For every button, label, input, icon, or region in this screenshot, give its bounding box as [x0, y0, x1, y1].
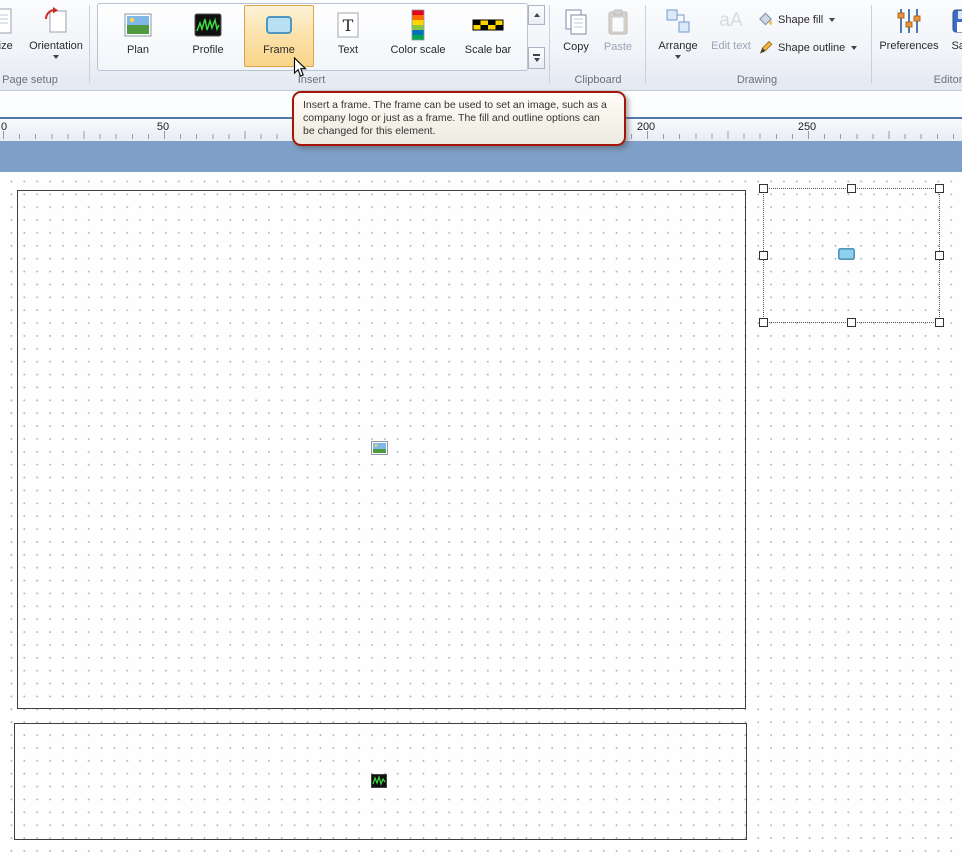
ribbon-separator: [89, 5, 90, 83]
arrange-button[interactable]: Arrange: [652, 4, 704, 59]
insert-color-scale-label: Color scale: [390, 44, 445, 56]
selection-handle-n[interactable]: [847, 184, 856, 193]
chevron-down-icon: [829, 18, 835, 22]
insert-scale-bar-label: Scale bar: [465, 44, 511, 56]
orientation-button[interactable]: Orientation: [28, 4, 84, 59]
tooltip-line: company logo or just as a frame. The fil…: [303, 112, 615, 125]
selection-handle-ne[interactable]: [935, 184, 944, 193]
preferences-icon: [894, 4, 924, 38]
insert-text-label: Text: [338, 44, 358, 56]
chevron-down-icon: [675, 55, 681, 59]
ribbon-separator: [645, 5, 646, 83]
frame-placeholder-icon: [838, 247, 855, 265]
orientation-icon: [42, 4, 70, 38]
edit-text-button-label: Edit text: [711, 40, 751, 52]
insert-frame-label: Frame: [263, 44, 295, 56]
ribbon-separator: [871, 5, 872, 83]
save-button-label: Save: [951, 40, 962, 52]
insert-text-button[interactable]: T Text: [314, 6, 382, 66]
insert-color-scale-button[interactable]: Color scale: [384, 6, 452, 66]
insert-profile-button[interactable]: Profile: [174, 6, 242, 66]
ruler-label: 50: [157, 121, 169, 133]
insert-gallery: Plan Profile Frame: [97, 3, 528, 71]
svg-text:T: T: [343, 16, 354, 35]
insert-plan-label: Plan: [127, 44, 149, 56]
chevron-down-icon: [851, 46, 857, 50]
group-label-editor: Editor: [878, 74, 962, 86]
shape-outline-icon: [758, 39, 774, 58]
plan-icon: [123, 6, 153, 44]
selection-handle-nw[interactable]: [759, 184, 768, 193]
paste-button-label: Paste: [604, 41, 632, 53]
size-button[interactable]: Size: [0, 4, 30, 52]
shape-fill-icon: [758, 11, 774, 30]
size-button-label: Size: [0, 40, 13, 52]
arrange-button-label: Arrange: [658, 40, 697, 52]
mouse-cursor: [293, 57, 307, 83]
selection-handle-sw[interactable]: [759, 318, 768, 327]
application-window: Size Orientation Page setup: [0, 0, 962, 854]
frame-icon: [264, 6, 294, 44]
scale-bar-icon: [472, 6, 504, 44]
selection-handle-e[interactable]: [935, 251, 944, 260]
shape-fill-button[interactable]: Shape fill: [758, 11, 835, 29]
shape-outline-label: Shape outline: [778, 42, 845, 54]
group-label-page-setup: Page setup: [0, 74, 60, 86]
copy-button[interactable]: Copy: [556, 5, 596, 53]
copy-button-label: Copy: [563, 41, 589, 53]
copy-icon: [563, 5, 589, 39]
preferences-button-label: Preferences: [879, 40, 938, 52]
ribbon-separator: [549, 5, 550, 83]
selection-handle-se[interactable]: [935, 318, 944, 327]
arrange-icon: [664, 4, 692, 38]
save-button[interactable]: Save: [942, 4, 962, 52]
more-bar-icon: [533, 54, 540, 56]
ruler-label: 200: [637, 121, 655, 133]
edit-text-button[interactable]: aA Edit text: [706, 4, 756, 52]
ruler-label: 0: [1, 121, 7, 133]
text-icon: T: [336, 6, 360, 44]
tooltip-line: Insert a frame. The frame can be used to…: [303, 99, 615, 112]
ruler-label: 250: [798, 121, 816, 133]
profile-icon: [193, 6, 223, 44]
profile-placeholder-icon: [371, 774, 387, 793]
shape-fill-label: Shape fill: [778, 14, 823, 26]
edit-text-icon: aA: [719, 4, 742, 38]
insert-plan-button[interactable]: Plan: [104, 6, 172, 66]
shape-outline-button[interactable]: Shape outline: [758, 39, 857, 57]
image-placeholder-icon: [371, 441, 388, 460]
triangle-up-icon: [534, 13, 540, 17]
group-label-drawing: Drawing: [652, 74, 862, 86]
ribbon: Size Orientation Page setup: [0, 0, 962, 91]
chevron-down-icon: [53, 55, 59, 59]
preferences-button[interactable]: Preferences: [878, 4, 940, 52]
selected-frame[interactable]: [763, 188, 940, 323]
selection-handle-s[interactable]: [847, 318, 856, 327]
group-label-insert: Insert: [97, 74, 526, 86]
insert-gallery-more-button[interactable]: [528, 47, 545, 69]
save-icon: [951, 4, 962, 38]
color-scale-icon: [410, 6, 426, 44]
page-size-icon: [0, 4, 13, 38]
insert-profile-label: Profile: [192, 44, 223, 56]
orientation-button-label: Orientation: [29, 40, 83, 52]
selection-handle-w[interactable]: [759, 251, 768, 260]
insert-scale-bar-button[interactable]: Scale bar: [454, 6, 522, 66]
paste-icon: [606, 5, 630, 39]
frame-tooltip: Insert a frame. The frame can be used to…: [292, 91, 626, 146]
group-label-clipboard: Clipboard: [550, 74, 646, 86]
layout-canvas[interactable]: [0, 172, 962, 854]
insert-gallery-scroll-up-button[interactable]: [528, 5, 545, 25]
tooltip-line: be changed for this element.: [303, 125, 615, 138]
triangle-down-icon: [534, 58, 540, 62]
paste-button[interactable]: Paste: [598, 5, 638, 53]
